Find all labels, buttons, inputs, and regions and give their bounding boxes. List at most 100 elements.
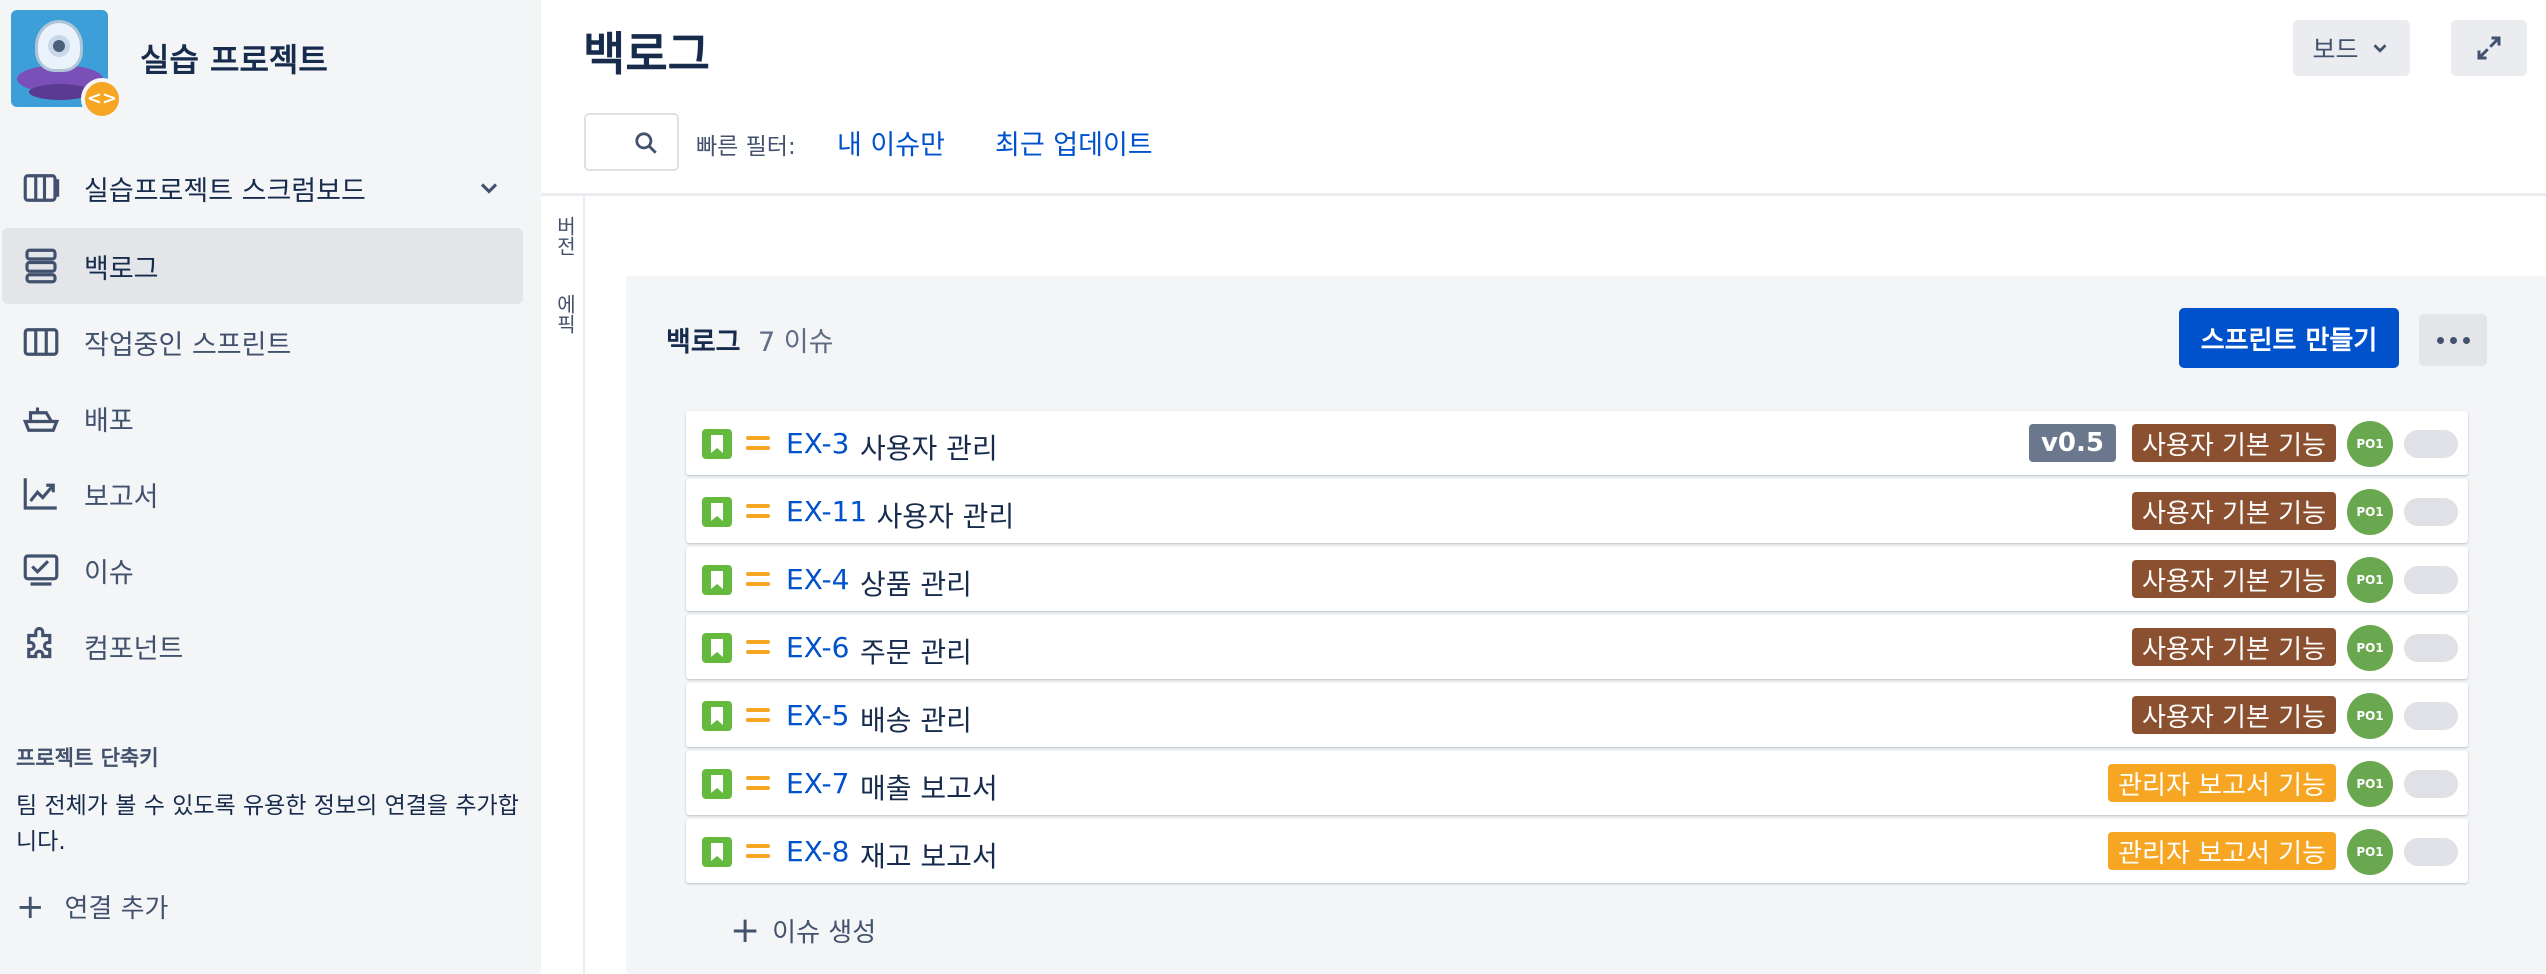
priority-medium-icon	[746, 569, 770, 589]
board-switcher[interactable]: 실습프로젝트 스크럼보드	[0, 150, 541, 226]
assignee-avatar[interactable]: PO1	[2347, 693, 2393, 739]
shortcut-title: 프로젝트 단축키	[16, 746, 159, 770]
shortcut-description: 팀 전체가 볼 수 있도록 유용한 정보의 연결을 추가합니다.	[16, 793, 519, 855]
sidebar-item-releases[interactable]: 배포	[0, 380, 541, 456]
issue-key[interactable]: EX-6	[786, 631, 849, 664]
story-icon	[702, 701, 732, 731]
issue-key[interactable]: EX-4	[786, 563, 849, 596]
backlog-issue-count: 7 이슈	[758, 327, 834, 358]
epic-badge[interactable]: 사용자 기본 기능	[2132, 492, 2336, 530]
story-icon	[702, 837, 732, 867]
assignee-avatar[interactable]: PO1	[2347, 421, 2393, 467]
priority-medium-icon	[746, 841, 770, 861]
add-link-button[interactable]: + 연결 추가	[16, 888, 168, 925]
search-icon	[635, 132, 657, 154]
sidebar-item-backlog[interactable]: 백로그	[2, 228, 523, 304]
sidebar-item-issues[interactable]: 이슈	[0, 532, 541, 608]
software-project-badge-icon: <>	[81, 77, 123, 120]
backlog-title: 백로그	[666, 327, 741, 358]
board-button-label: 보드	[2312, 35, 2359, 64]
story-icon	[702, 429, 732, 459]
create-issue-button[interactable]: + 이슈 생성	[730, 912, 876, 949]
quick-filter-recently-updated[interactable]: 최근 업데이트	[995, 123, 1153, 162]
assignee-avatar[interactable]: PO1	[2347, 489, 2393, 535]
sidebar-item-components[interactable]: 컴포넌트	[0, 608, 541, 684]
story-points-estimate[interactable]	[2404, 702, 2458, 730]
chevron-down-icon	[480, 183, 498, 194]
sidebar-item-label: 컴포넌트	[84, 633, 184, 665]
story-points-estimate[interactable]	[2404, 634, 2458, 662]
sidebar: <> 실습 프로젝트 실습프로젝트 스크럼보드 백로그 작업중인 스프린트 배포…	[0, 0, 541, 974]
issue-row[interactable]: EX-6 주문 관리 사용자 기본 기능 PO1	[686, 615, 2468, 679]
quick-filter-label: 빠른 필터:	[696, 134, 796, 160]
issue-summary: 배송 관리	[860, 704, 972, 737]
project-name: 실습 프로젝트	[140, 41, 328, 79]
issues-icon	[18, 547, 64, 593]
sidebar-item-label: 보고서	[84, 481, 159, 513]
issue-summary: 재고 보고서	[860, 840, 998, 873]
story-points-estimate[interactable]	[2404, 838, 2458, 866]
issue-row[interactable]: EX-4 상품 관리 사용자 기본 기능 PO1	[686, 547, 2468, 611]
priority-medium-icon	[746, 637, 770, 657]
issue-row[interactable]: EX-7 매출 보고서 관리자 보고서 기능 PO1	[686, 751, 2468, 815]
issue-key[interactable]: EX-7	[786, 767, 849, 800]
sidebar-item-label: 이슈	[84, 557, 134, 589]
epic-badge[interactable]: 관리자 보고서 기능	[2108, 764, 2336, 802]
epic-badge[interactable]: 사용자 기본 기능	[2132, 424, 2336, 462]
epic-badge[interactable]: 사용자 기본 기능	[2132, 560, 2336, 598]
create-sprint-button[interactable]: 스프린트 만들기	[2179, 308, 2399, 368]
story-points-estimate[interactable]	[2404, 498, 2458, 526]
puzzle-icon	[18, 623, 64, 669]
sprint-board-icon	[18, 319, 64, 365]
sidebar-item-active-sprint[interactable]: 작업중인 스프린트	[0, 304, 541, 380]
more-dots-icon	[2436, 336, 2444, 344]
issue-row[interactable]: EX-11 사용자 관리 사용자 기본 기능 PO1	[686, 479, 2468, 543]
issue-summary: 주문 관리	[860, 636, 972, 669]
rail-epic-tab[interactable]: 에픽	[551, 294, 580, 334]
fullscreen-button[interactable]	[2451, 20, 2527, 76]
assignee-avatar[interactable]: PO1	[2347, 761, 2393, 807]
rail-version-tab[interactable]: 버전	[551, 216, 580, 256]
issue-row[interactable]: EX-3 사용자 관리 사용자 기본 기능 v0.5 PO1	[686, 411, 2468, 475]
priority-medium-icon	[746, 433, 770, 453]
sidebar-nav: 실습프로젝트 스크럼보드 백로그 작업중인 스프린트 배포 보고서 이슈 컴포넌…	[0, 150, 541, 684]
page-title: 백로그	[583, 27, 710, 81]
quick-filter-my-issues[interactable]: 내 이슈만	[837, 123, 945, 162]
issue-row[interactable]: EX-8 재고 보고서 관리자 보고서 기능 PO1	[686, 819, 2468, 883]
board-icon	[18, 165, 64, 211]
priority-medium-icon	[746, 773, 770, 793]
assignee-avatar[interactable]: PO1	[2347, 625, 2393, 671]
story-points-estimate[interactable]	[2404, 770, 2458, 798]
issue-key[interactable]: EX-5	[786, 699, 849, 732]
issue-key[interactable]: EX-3	[786, 427, 849, 460]
backlog-icon	[18, 243, 64, 289]
priority-medium-icon	[746, 501, 770, 521]
main-content: 백로그 보드 빠른 필터: 내 이슈만 최근 업데이트 버전 에픽 백로그 7 …	[541, 0, 2546, 974]
search-input[interactable]	[584, 113, 679, 171]
ship-icon	[18, 395, 64, 441]
issue-summary: 매출 보고서	[860, 772, 998, 805]
plus-icon: +	[730, 909, 761, 951]
story-points-estimate[interactable]	[2404, 566, 2458, 594]
issue-key[interactable]: EX-8	[786, 835, 849, 868]
board-button[interactable]: 보드	[2293, 20, 2410, 76]
epic-badge[interactable]: 사용자 기본 기능	[2132, 696, 2336, 734]
assignee-avatar[interactable]: PO1	[2347, 829, 2393, 875]
priority-medium-icon	[746, 705, 770, 725]
header-divider	[541, 193, 2546, 196]
assignee-avatar[interactable]: PO1	[2347, 557, 2393, 603]
issue-row[interactable]: EX-5 배송 관리 사용자 기본 기능 PO1	[686, 683, 2468, 747]
sidebar-item-reports[interactable]: 보고서	[0, 456, 541, 532]
issue-key[interactable]: EX-11	[786, 495, 867, 528]
epic-badge[interactable]: 관리자 보고서 기능	[2108, 832, 2336, 870]
more-actions-button[interactable]	[2419, 314, 2487, 366]
backlog-panel: 백로그 7 이슈 스프린트 만들기 EX-3 사용자 관리 사용자 기본 기능 v0.…	[626, 276, 2546, 974]
chart-line-icon	[18, 471, 64, 517]
story-icon	[702, 565, 732, 595]
issue-summary: 사용자 관리	[860, 432, 998, 465]
version-badge[interactable]: v0.5	[2028, 424, 2116, 462]
plus-icon: +	[16, 886, 45, 927]
project-header[interactable]: <> 실습 프로젝트	[11, 8, 328, 120]
story-points-estimate[interactable]	[2404, 430, 2458, 458]
epic-badge[interactable]: 사용자 기본 기능	[2132, 628, 2336, 666]
